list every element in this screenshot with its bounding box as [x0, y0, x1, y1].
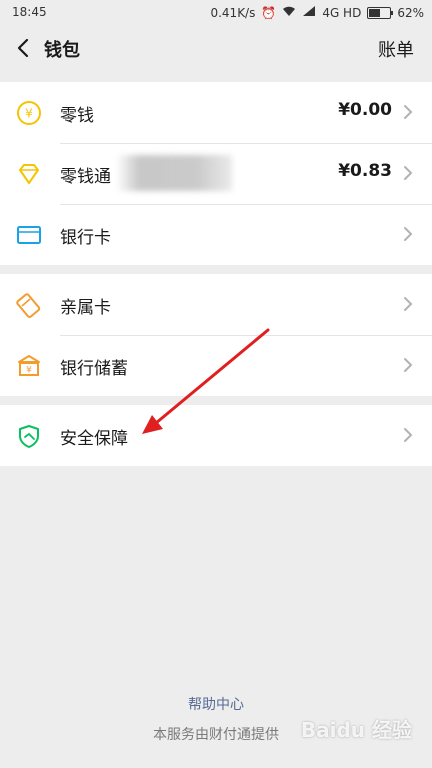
bank-savings-label: 银行储蓄 [60, 359, 128, 379]
security-label: 安全保障 [60, 429, 128, 449]
change-label: 零钱 [60, 106, 94, 126]
wallet-group-3: 安全保障 [0, 405, 432, 466]
family-card-label: 亲属卡 [60, 298, 111, 318]
status-time: 18:45 [12, 5, 47, 19]
wallet-group-1: ¥ 零钱 ¥0.00 零钱通 ¥0.83 银行卡 [0, 82, 432, 265]
status-bar: 18:45 0.41K/s ⏰ 4G HD 62% [0, 0, 432, 24]
diamond-icon [16, 161, 42, 187]
svg-text:¥: ¥ [26, 366, 32, 376]
chevron-right-icon [402, 165, 414, 181]
chevron-right-icon [402, 427, 414, 443]
chevron-right-icon [402, 104, 414, 120]
bank-icon: ¥ [16, 353, 42, 379]
wifi-icon [282, 5, 296, 20]
lingqiantong-balance: ¥0.83 [338, 161, 392, 181]
bank-card-label: 银行卡 [60, 228, 111, 248]
chevron-right-icon [402, 357, 414, 373]
alarm-icon: ⏰ [261, 5, 277, 20]
page-title: 钱包 [44, 40, 80, 61]
family-card-row[interactable]: 亲属卡 [0, 274, 432, 335]
bill-button[interactable]: 账单 [378, 36, 414, 62]
chevron-right-icon [402, 296, 414, 312]
change-balance: ¥0.00 [338, 100, 392, 120]
security-row[interactable]: 安全保障 [0, 405, 432, 466]
wallet-group-2: 亲属卡 ¥ 银行储蓄 [0, 274, 432, 396]
network-type: 4G HD [322, 5, 362, 20]
bank-savings-row[interactable]: ¥ 银行储蓄 [0, 335, 432, 396]
battery-icon [367, 6, 394, 19]
back-icon[interactable] [14, 38, 34, 58]
blurred-text [116, 155, 232, 191]
chevron-right-icon [402, 226, 414, 242]
svg-text:¥: ¥ [25, 107, 33, 121]
lingqiantong-label: 零钱通 [60, 167, 111, 187]
help-center-link[interactable]: 帮助中心 [0, 694, 432, 714]
signal-icon [302, 5, 316, 20]
bank-card-row[interactable]: 银行卡 [0, 204, 432, 265]
nav-bar: 钱包 账单 [0, 24, 432, 72]
coin-icon: ¥ [16, 100, 42, 126]
shield-icon [16, 423, 42, 449]
watermark: Baidu 经验 [300, 718, 412, 742]
battery-percent: 62% [397, 5, 424, 20]
status-right: 0.41K/s ⏰ 4G HD 62% [210, 5, 424, 20]
network-speed: 0.41K/s [210, 5, 256, 20]
change-row[interactable]: ¥ 零钱 ¥0.00 [0, 82, 432, 143]
card-icon [16, 222, 42, 248]
family-card-icon [16, 292, 42, 318]
lingqiantong-row[interactable]: 零钱通 ¥0.83 [0, 143, 432, 204]
